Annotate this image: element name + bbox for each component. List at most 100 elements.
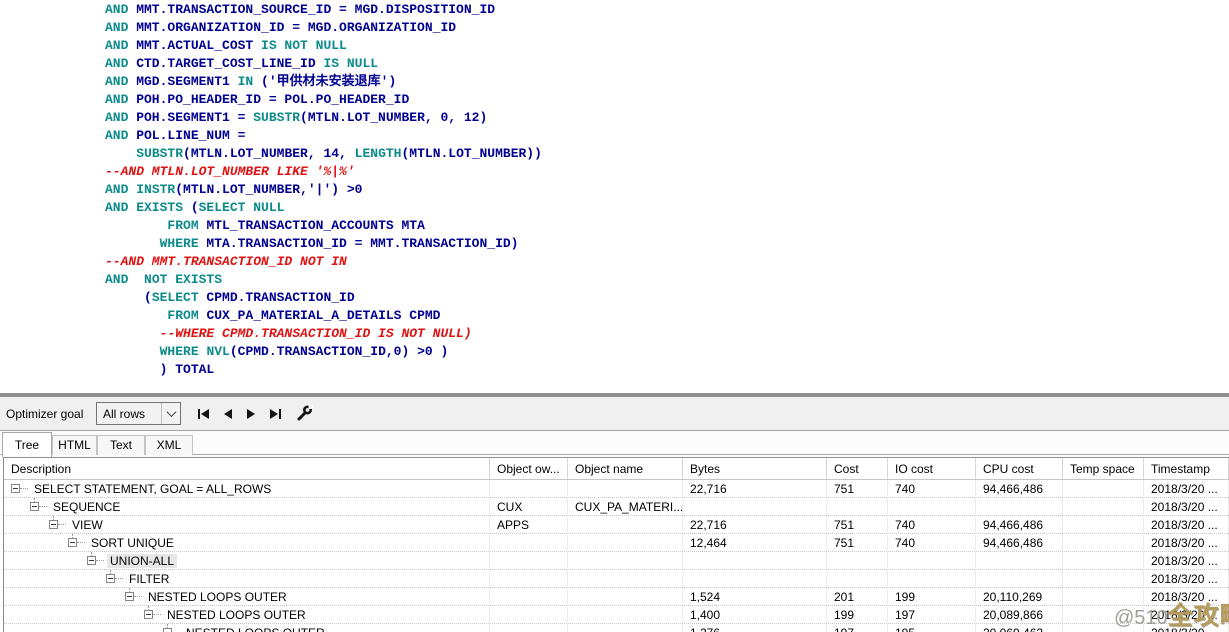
cpu-cost-cell: 20,089,866 [976,606,1063,623]
collapse-icon[interactable] [49,520,58,529]
bytes-cell [683,570,827,587]
timestamp-cell: 2018/3/20 ... [1144,606,1229,623]
plan-tree-row[interactable]: FILTER 2018/3/20 ... [4,570,1229,588]
collapse-icon[interactable] [87,556,96,565]
description-cell: VIEW [4,516,490,533]
plan-tree-row[interactable]: SELECT STATEMENT, GOAL = ALL_ROWS22,7167… [4,480,1229,498]
cost-cell: 751 [827,480,888,497]
object-name-cell [568,588,683,605]
io-cost-cell [888,552,976,569]
tab-text[interactable]: Text [97,435,145,455]
plan-tree-row[interactable]: NESTED LOOPS OUTER1,40019919720,089,8662… [4,606,1229,624]
plan-tree-row[interactable]: NESTED LOOPS OUTER1,52420119920,110,2692… [4,588,1229,606]
timestamp-cell: 2018/3/20 ... [1144,480,1229,497]
next-record-button[interactable] [245,407,257,421]
code-line: FROM CUX_PA_MATERIAL_A_DETAILS CPMD [105,307,542,325]
first-record-button[interactable] [196,407,211,421]
column-header-timestamp[interactable]: Timestamp [1144,458,1229,479]
optimizer-goal-label: Optimizer goal [6,407,96,421]
bytes-cell: 22,716 [683,480,827,497]
object-name-cell [568,534,683,551]
plan-step-label: NESTED LOOPS OUTER [145,590,290,604]
cpu-cost-cell: 94,466,486 [976,480,1063,497]
tree-guide-line [148,606,149,610]
temp-space-cell [1063,606,1144,623]
tree-guide-line [53,516,54,520]
skip-to-end-icon [270,409,278,419]
code-line: AND MMT.ACTUAL_COST IS NOT NULL [105,37,542,55]
plan-tree-row[interactable]: SORT UNIQUE12,46475174094,466,4862018/3/… [4,534,1229,552]
code-line: AND MMT.ORGANIZATION_ID = MGD.ORGANIZATI… [105,19,542,37]
plan-step-label: NESTED LOOPS OUTER [164,608,309,622]
object-owner-cell: APPS [490,516,568,533]
collapse-icon[interactable] [30,502,39,511]
prev-record-button[interactable] [222,407,234,421]
temp-space-cell [1063,498,1144,515]
bytes-cell: 1,400 [683,606,827,623]
code-line: AND POL.LINE_NUM = [105,127,542,145]
tab-tree[interactable]: Tree [2,432,52,457]
column-header-io-cost[interactable]: IO cost [888,458,976,479]
io-cost-cell: 740 [888,480,976,497]
code-line: WHERE NVL(CPMD.TRANSACTION_ID,0) >0 ) [105,343,542,361]
io-cost-cell: 740 [888,516,976,533]
column-header-description[interactable]: Description [4,458,490,479]
plan-tree-row[interactable]: VIEWAPPS22,71675174094,466,4862018/3/20 … [4,516,1229,534]
next-icon [247,409,255,419]
column-header-cost[interactable]: Cost [827,458,888,479]
object-name-cell [568,480,683,497]
cpu-cost-cell: 94,466,486 [976,516,1063,533]
bytes-cell: 12,464 [683,534,827,551]
io-cost-cell [888,498,976,515]
bytes-cell: 1,524 [683,588,827,605]
plan-tree-row[interactable]: SEQUENCECUXCUX_PA_MATERI...2018/3/20 ... [4,498,1229,516]
code-line: --WHERE CPMD.TRANSACTION_ID IS NOT NULL) [105,325,542,343]
object-owner-cell [490,624,568,632]
object-owner-cell: CUX [490,498,568,515]
object-name-cell [568,606,683,623]
description-cell: NESTED LOOPS OUTER [4,606,490,623]
plan-tree-row[interactable]: NESTED LOOPS OUTER1,27619719520,069,4622… [4,624,1229,632]
collapse-icon[interactable] [125,592,134,601]
temp-space-cell [1063,552,1144,569]
code-line: AND MMT.TRANSACTION_SOURCE_ID = MGD.DISP… [105,1,542,19]
tab-html[interactable]: HTML [52,435,97,455]
object-owner-cell [490,570,568,587]
column-header-temp-space[interactable]: Temp space [1063,458,1144,479]
cost-cell: 751 [827,534,888,551]
sql-editor[interactable]: AND MMT.TRANSACTION_SOURCE_ID = MGD.DISP… [0,0,1229,393]
column-header-bytes[interactable]: Bytes [683,458,827,479]
description-cell: NESTED LOOPS OUTER [4,624,490,632]
temp-space-cell [1063,570,1144,587]
plan-step-label: SEQUENCE [50,500,123,514]
object-name-cell [568,624,683,632]
plan-tree-row[interactable]: UNION-ALL2018/3/20 ... [4,552,1229,570]
timestamp-cell: 2018/3/20 ... [1144,570,1229,587]
cost-cell: 199 [827,606,888,623]
chevron-down-icon [161,403,180,424]
collapse-icon[interactable] [163,628,172,632]
timestamp-cell: 2018/3/20 [1144,624,1229,632]
description-cell: SEQUENCE [4,498,490,515]
cpu-cost-cell [976,498,1063,515]
object-owner-cell [490,606,568,623]
preferences-button[interactable] [296,405,313,422]
last-record-button[interactable] [268,407,283,421]
object-owner-cell [490,588,568,605]
collapse-icon[interactable] [11,484,20,493]
column-header-object-name[interactable]: Object name [568,458,683,479]
collapse-icon[interactable] [144,610,153,619]
column-header-object-owner[interactable]: Object ow... [490,458,568,479]
tab-xml[interactable]: XML [145,435,193,455]
code-line: AND POH.PO_HEADER_ID = POL.PO_HEADER_ID [105,91,542,109]
temp-space-cell [1063,480,1144,497]
collapse-icon[interactable] [106,574,115,583]
object-name-cell: CUX_PA_MATERI... [568,498,683,515]
collapse-icon[interactable] [68,538,77,547]
bytes-cell [683,498,827,515]
optimizer-goal-select[interactable]: All rows [96,402,181,425]
cpu-cost-cell: 20,069,462 [976,624,1063,632]
bytes-cell: 22,716 [683,516,827,533]
column-header-cpu-cost[interactable]: CPU cost [976,458,1063,479]
plan-step-label: FILTER [126,572,172,586]
